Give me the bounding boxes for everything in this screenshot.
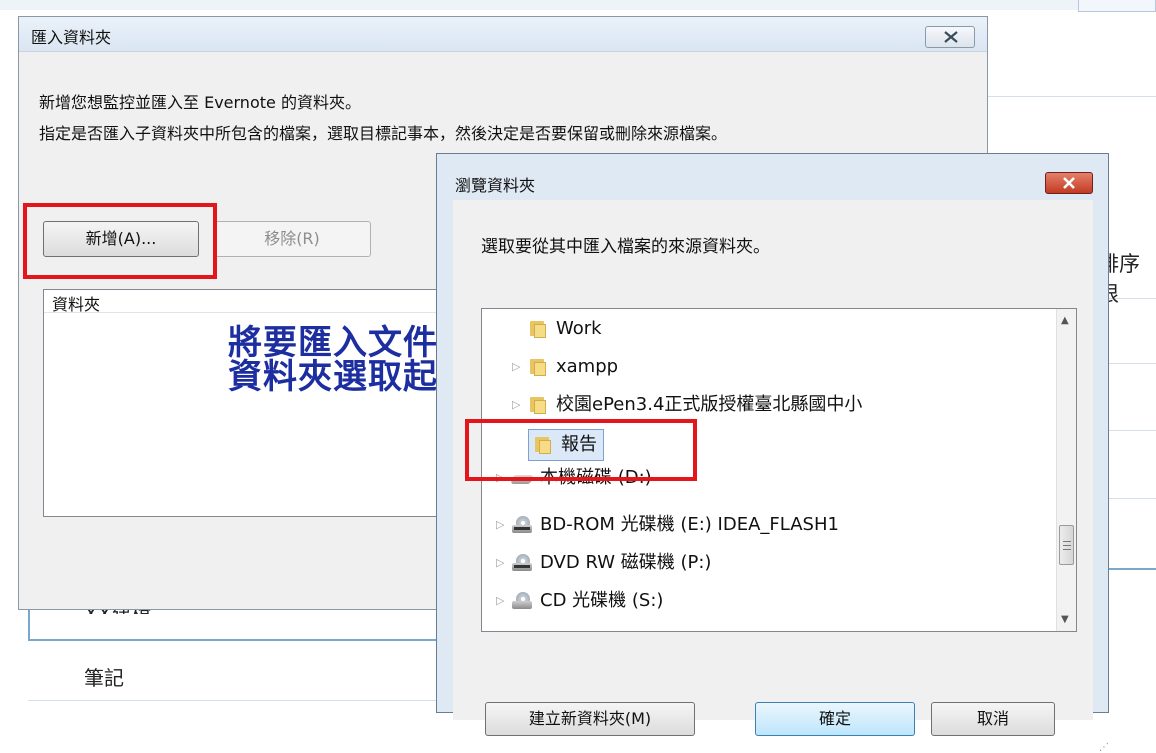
- background-top-strip: [0, 0, 1156, 10]
- import-dialog-title: 匯入資料夾: [31, 28, 112, 47]
- tree-scrollbar[interactable]: ▲ ▼: [1056, 309, 1076, 631]
- folder-column-header[interactable]: 資料夾: [44, 290, 442, 314]
- expand-arrow-icon[interactable]: ▷: [512, 349, 528, 385]
- scroll-up-icon[interactable]: ▲: [1061, 315, 1069, 326]
- expand-arrow-icon[interactable]: ▷: [496, 507, 512, 543]
- folder-icon: [528, 358, 548, 376]
- tree-item-label: BD-ROM 光碟機 (E:) IDEA_FLASH1: [540, 514, 839, 535]
- scroll-thumb[interactable]: [1059, 525, 1074, 565]
- tree-item-cd[interactable]: ▷ CD 光碟機 (S:): [496, 583, 663, 619]
- cd-drive-icon: [512, 592, 532, 610]
- remove-folder-button[interactable]: 移除(R): [213, 221, 371, 257]
- folder-column-label: 資料夾: [52, 295, 101, 314]
- import-dialog-close-button[interactable]: [925, 26, 975, 48]
- dvd-drive-icon: [512, 554, 532, 572]
- browse-dialog-title: 瀏覽資料夾: [455, 176, 536, 195]
- tree-item-label: 校園ePen3.4正式版授權臺北縣國中小: [556, 394, 863, 415]
- tree-item-dvd-rw[interactable]: ▷ DVD RW 磁碟機 (P:): [496, 545, 711, 581]
- tree-item-label: DVD RW 磁碟機 (P:): [540, 552, 712, 573]
- highlight-box-selected-folder: [465, 419, 697, 481]
- background-divider: [28, 700, 438, 701]
- bd-rom-icon: [512, 516, 532, 534]
- scroll-down-icon[interactable]: ▼: [1061, 614, 1069, 625]
- tree-item-xampp[interactable]: ▷ xampp: [512, 349, 618, 385]
- tree-item-label: CD 光碟機 (S:): [540, 590, 664, 611]
- background-top-tab: [1078, 0, 1156, 12]
- tree-item-epen[interactable]: ▷ 校園ePen3.4正式版授權臺北縣國中小: [512, 387, 862, 423]
- import-dialog-titlebar[interactable]: 匯入資料夾: [19, 17, 987, 52]
- import-description-detail: 指定是否匯入子資料夾中所包含的檔案，選取目標記事本，然後決定是否要保留或刪除來源…: [39, 124, 728, 143]
- resize-grip-icon[interactable]: ⋰: [1099, 742, 1109, 753]
- close-icon: [1063, 177, 1075, 189]
- highlight-box-add-button: [23, 203, 217, 279]
- browse-dialog-close-button[interactable]: [1045, 172, 1093, 194]
- background-divider: [988, 96, 1156, 97]
- tree-item-work[interactable]: Work: [512, 311, 602, 347]
- expand-arrow-icon[interactable]: ▷: [496, 583, 512, 619]
- folder-icon: [528, 320, 548, 338]
- background-list-item-notes[interactable]: 筆記: [84, 662, 124, 691]
- browse-instruction: 選取要從其中匯入檔案的來源資料夾。: [481, 237, 770, 257]
- close-icon: [944, 31, 958, 43]
- new-folder-button[interactable]: 建立新資料夾(M): [485, 702, 695, 736]
- folder-icon: [528, 396, 548, 414]
- import-description: 新增您想監控並匯入至 Evernote 的資料夾。: [39, 93, 361, 112]
- ok-button[interactable]: 確定: [755, 702, 915, 736]
- expand-arrow-icon[interactable]: ▷: [496, 545, 512, 581]
- tree-item-bd-rom[interactable]: ▷ BD-ROM 光碟機 (E:) IDEA_FLASH1: [496, 507, 839, 543]
- tree-item-label: Work: [556, 318, 602, 339]
- expand-arrow-icon[interactable]: ▷: [512, 387, 528, 423]
- tree-item-label: xampp: [556, 356, 619, 377]
- cancel-button[interactable]: 取消: [931, 702, 1055, 736]
